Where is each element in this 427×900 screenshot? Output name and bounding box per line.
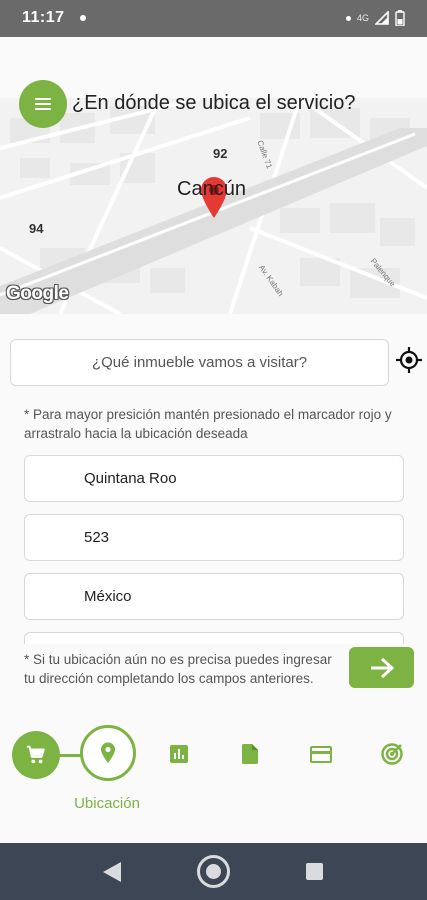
credit-card-icon	[310, 745, 332, 763]
state-field[interactable]: Quintana Roo	[24, 455, 404, 502]
recents-icon[interactable]	[306, 863, 323, 880]
step-chart[interactable]	[162, 737, 196, 771]
marker-hint-text: * Para mayor presición mantén presionado…	[24, 407, 392, 441]
address-field[interactable]	[24, 632, 404, 644]
step-radar[interactable]	[375, 737, 409, 771]
status-icons: 4G	[345, 8, 405, 28]
page-title: ¿En dónde se ubica el servicio?	[72, 92, 356, 114]
hamburger-menu-line	[35, 108, 51, 110]
location-pin-icon	[101, 742, 115, 763]
step-cart[interactable]	[12, 731, 60, 779]
map-view[interactable]: 92 94 Calle 71 Av. Kabah Palenque	[0, 98, 427, 314]
chart-icon	[170, 745, 188, 763]
notification-dot-icon	[80, 15, 86, 21]
network-type: 4G	[356, 13, 369, 23]
back-icon[interactable]	[102, 861, 122, 883]
arrow-right-icon	[370, 657, 394, 678]
step-document[interactable]	[233, 737, 267, 771]
notification-dot-icon	[345, 15, 351, 21]
step-location[interactable]	[80, 725, 136, 781]
next-button[interactable]	[349, 647, 414, 688]
cart-icon	[26, 745, 45, 764]
map-label-92: 92	[213, 146, 228, 161]
google-logo: Google	[6, 283, 69, 304]
hamburger-menu-icon	[35, 98, 51, 100]
step-payment[interactable]	[304, 737, 338, 771]
map-city-label: Cancún	[177, 178, 246, 200]
map-label-94: 94	[29, 221, 44, 236]
menu-button[interactable]	[19, 80, 67, 128]
step-label-location: Ubicación	[74, 795, 140, 812]
step-indicator	[0, 725, 427, 785]
signal-icon	[375, 11, 389, 25]
system-nav-bar	[0, 843, 427, 900]
battery-icon	[395, 10, 405, 26]
country-field[interactable]: México	[24, 573, 404, 620]
step-connector	[58, 754, 82, 757]
address-hint-text: * Si tu ubicación aún no es precisa pued…	[24, 652, 332, 686]
radar-icon	[381, 743, 403, 765]
number-field[interactable]: 523	[24, 514, 404, 561]
property-search-input[interactable]: ¿Qué inmueble vamos a visitar?	[10, 339, 389, 386]
home-icon[interactable]	[197, 855, 230, 888]
status-time: 11:17	[22, 9, 65, 26]
hamburger-menu-line	[35, 103, 51, 105]
status-bar: 11:17 4G	[0, 0, 427, 37]
gps-crosshair-icon[interactable]	[395, 346, 423, 374]
document-icon	[242, 744, 258, 764]
